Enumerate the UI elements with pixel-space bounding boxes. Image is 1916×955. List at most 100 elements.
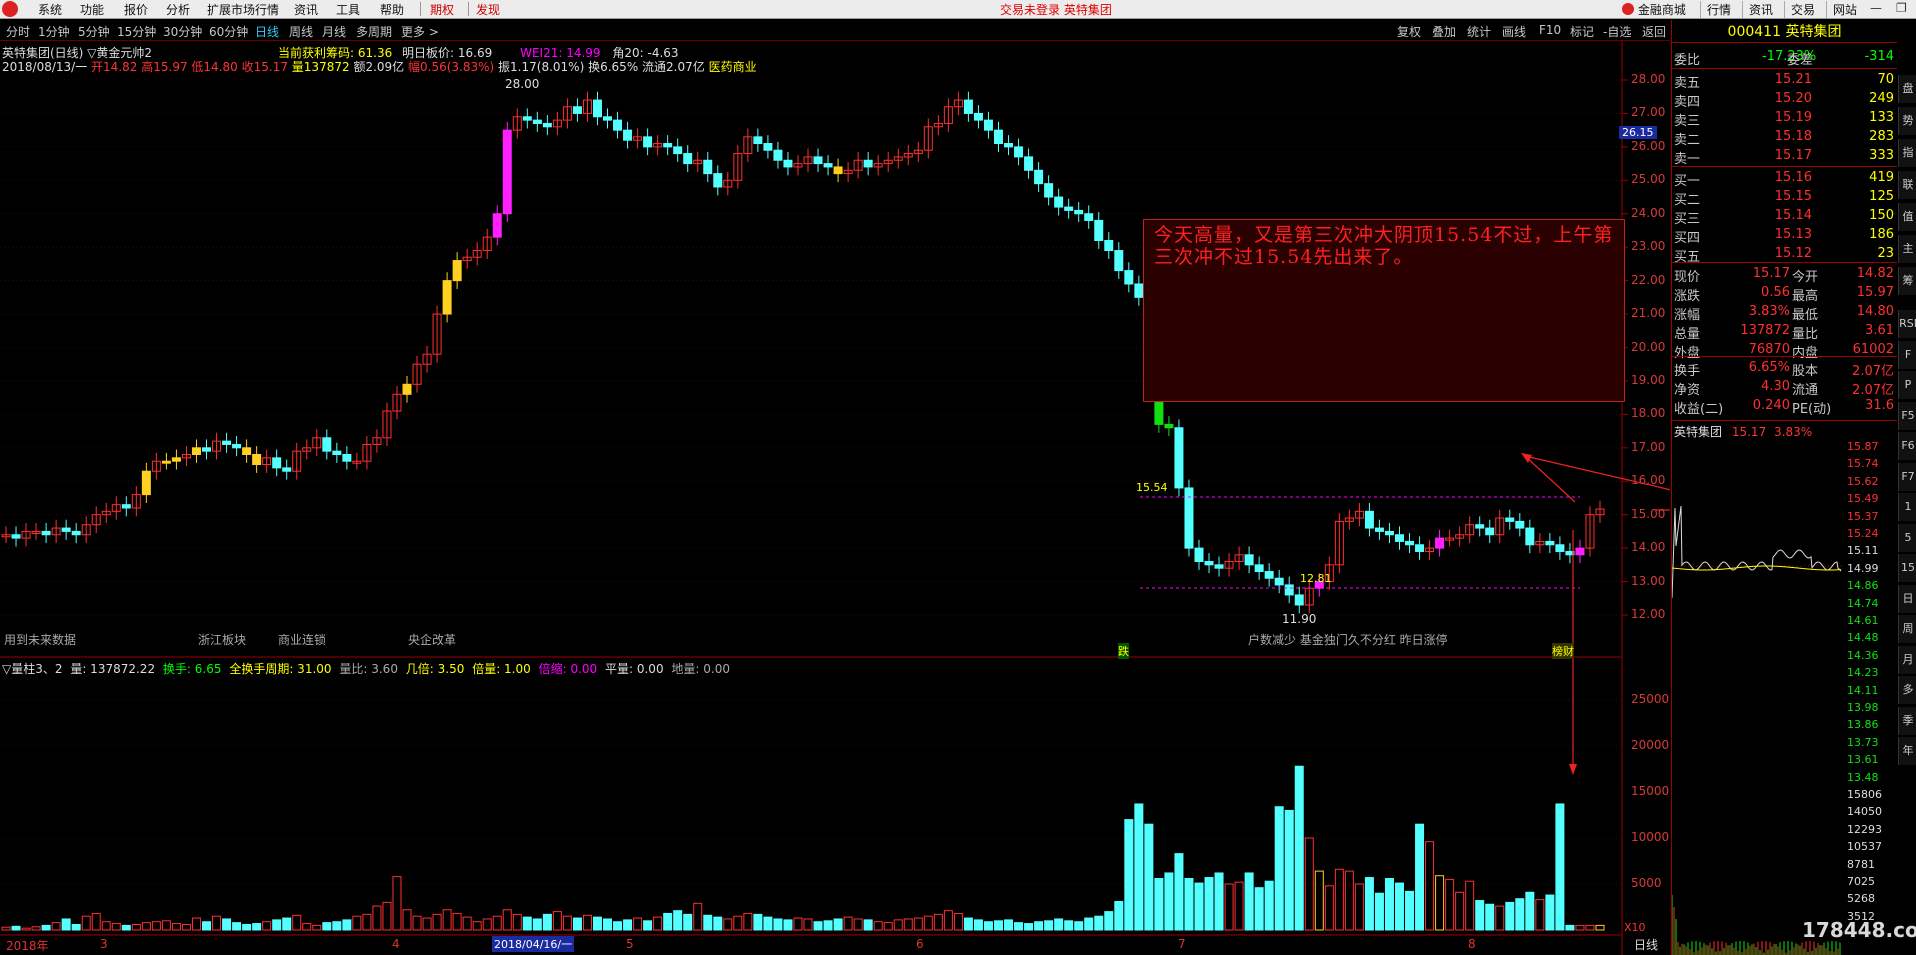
mini-tick: 7025 bbox=[1847, 875, 1875, 888]
menu-item-quote[interactable]: 报价 bbox=[124, 1, 148, 18]
watchlist-button[interactable]: -自选 bbox=[1603, 23, 1631, 40]
volume-bar bbox=[1174, 853, 1184, 931]
overlay-button[interactable]: 叠加 bbox=[1432, 23, 1456, 40]
side-tab[interactable]: 1 bbox=[1898, 493, 1916, 521]
volume-bar bbox=[412, 915, 422, 931]
volume-bar bbox=[1284, 809, 1294, 931]
stat-value: 0.56 bbox=[1761, 285, 1790, 300]
menu-item-options[interactable]: 期权 bbox=[430, 1, 454, 18]
side-tab[interactable]: F7 bbox=[1898, 462, 1916, 491]
side-tab[interactable]: 多 bbox=[1898, 676, 1916, 704]
bid-row[interactable]: 买二 15.15 125 bbox=[1672, 189, 1897, 208]
side-tab[interactable]: 势 bbox=[1898, 107, 1916, 135]
side-tab[interactable]: 月 bbox=[1898, 645, 1916, 674]
draw-line-button[interactable]: 画线 bbox=[1502, 23, 1526, 40]
volume-bar bbox=[713, 916, 723, 931]
candle-body bbox=[242, 447, 252, 455]
back-button[interactable]: 返回 bbox=[1642, 23, 1666, 40]
stat-label: PE(动) bbox=[1792, 402, 1832, 417]
side-tab[interactable]: 盘 bbox=[1898, 75, 1916, 103]
side-tab[interactable]: 主 bbox=[1898, 235, 1916, 263]
row-price: 15.14 bbox=[1774, 208, 1812, 223]
side-tab[interactable]: F bbox=[1898, 340, 1916, 369]
annotation-note[interactable]: 今天高量，又是第三次冲大阴顶15.54不过，上午第三次冲不过15.54先出来了。 bbox=[1143, 219, 1625, 402]
website-button[interactable]: 网站 bbox=[1826, 1, 1857, 18]
ask-row[interactable]: 卖二 15.18 283 bbox=[1672, 129, 1897, 148]
tab-daily-bottom[interactable]: 日线 bbox=[1634, 936, 1658, 953]
side-tab[interactable]: 季 bbox=[1898, 706, 1916, 735]
volume-tick: 15000 bbox=[1631, 784, 1670, 798]
quote-button[interactable]: 行情 bbox=[1700, 1, 1731, 18]
ask-row[interactable]: 卖四 15.20 249 bbox=[1672, 91, 1897, 110]
candle-body bbox=[402, 383, 412, 395]
side-tab[interactable]: 5 bbox=[1898, 523, 1916, 552]
side-tab[interactable]: P bbox=[1898, 371, 1916, 399]
fuquan-button[interactable]: 复权 bbox=[1397, 23, 1421, 40]
side-tab[interactable]: 年 bbox=[1898, 737, 1916, 765]
mini-price: 15.17 bbox=[1731, 425, 1767, 439]
mark-button[interactable]: 标记 bbox=[1570, 23, 1594, 40]
tab-more[interactable]: 更多 > bbox=[401, 23, 439, 40]
volume-tick: 5000 bbox=[1631, 876, 1662, 890]
menu-item-ext-market[interactable]: 扩展市场行情 bbox=[207, 1, 279, 18]
intraday-mini-chart[interactable] bbox=[1672, 438, 1852, 955]
f10-button[interactable]: F10 bbox=[1539, 23, 1561, 37]
volume-bar bbox=[1344, 870, 1354, 931]
tab-15min[interactable]: 15分钟 bbox=[117, 23, 156, 40]
ask-row[interactable]: 卖三 15.19 133 bbox=[1672, 110, 1897, 129]
candle-body bbox=[1545, 540, 1555, 546]
minimize-icon[interactable]: — bbox=[1870, 1, 1882, 15]
side-tab[interactable]: 联 bbox=[1898, 171, 1916, 199]
price-tick: 18.00 bbox=[1631, 406, 1666, 421]
news-button[interactable]: 资讯 bbox=[1742, 1, 1773, 18]
tab-weekly[interactable]: 周线 bbox=[289, 23, 313, 40]
price-tick: 25.00 bbox=[1631, 172, 1666, 187]
menu-item-discover[interactable]: 发现 bbox=[476, 1, 500, 18]
vol-indicator-name[interactable]: ▽量柱3、2 bbox=[2, 662, 63, 676]
tab-1min[interactable]: 1分钟 bbox=[38, 23, 70, 40]
side-tab[interactable]: 15 bbox=[1898, 554, 1916, 582]
restore-icon[interactable]: ❐ bbox=[1896, 1, 1907, 15]
price-tick: 15.00 bbox=[1631, 506, 1666, 521]
tab-multi-period[interactable]: 多周期 bbox=[356, 23, 392, 40]
tab-monthly[interactable]: 月线 bbox=[322, 23, 346, 40]
side-tab[interactable]: 指 bbox=[1898, 139, 1916, 167]
volume-bar bbox=[1064, 920, 1074, 931]
menu-item-tools[interactable]: 工具 bbox=[336, 1, 360, 18]
bid-row[interactable]: 买一 15.16 419 bbox=[1672, 170, 1897, 189]
menu-item-help[interactable]: 帮助 bbox=[380, 1, 404, 18]
volume-bar bbox=[1585, 924, 1595, 931]
tab-5min[interactable]: 5分钟 bbox=[78, 23, 110, 40]
volume-bar bbox=[171, 923, 181, 931]
side-tab[interactable]: RSI bbox=[1898, 310, 1916, 338]
side-tab[interactable]: 筹 bbox=[1898, 267, 1916, 295]
tab-30min[interactable]: 30分钟 bbox=[163, 23, 202, 40]
menu-item-news[interactable]: 资讯 bbox=[294, 1, 318, 18]
mini-tick: 14.74 bbox=[1847, 596, 1879, 610]
side-tab[interactable]: F6 bbox=[1898, 432, 1916, 460]
menu-item-analysis[interactable]: 分析 bbox=[166, 1, 190, 18]
side-tab[interactable]: 日 bbox=[1898, 584, 1916, 613]
candle-body bbox=[1394, 534, 1404, 542]
side-tab[interactable]: 值 bbox=[1898, 203, 1916, 231]
volume-bar bbox=[11, 925, 21, 931]
kline-chart-area[interactable] bbox=[0, 40, 1670, 955]
ask-row[interactable]: 卖一 15.17 333 bbox=[1672, 148, 1897, 167]
trade-button[interactable]: 交易 bbox=[1784, 1, 1815, 18]
ask-row[interactable]: 卖五 15.21 70 bbox=[1672, 72, 1897, 91]
side-tab[interactable]: 周 bbox=[1898, 615, 1916, 643]
candle-body bbox=[1064, 206, 1074, 211]
side-tab[interactable]: F5 bbox=[1898, 401, 1916, 430]
bid-row[interactable]: 买三 15.14 150 bbox=[1672, 208, 1897, 227]
tab-fenshi[interactable]: 分时 bbox=[6, 23, 30, 40]
menu-item-system[interactable]: 系统 bbox=[38, 1, 62, 18]
stats-button[interactable]: 统计 bbox=[1467, 23, 1491, 40]
mall-icon[interactable]: 金融商城 bbox=[1622, 1, 1686, 18]
tab-60min[interactable]: 60分钟 bbox=[209, 23, 248, 40]
menu-item-function[interactable]: 功能 bbox=[80, 1, 104, 18]
tab-daily[interactable]: 日线 bbox=[255, 23, 279, 40]
volume-bar bbox=[1565, 924, 1575, 931]
candle-body bbox=[141, 470, 151, 496]
bid-row[interactable]: 买四 15.13 186 bbox=[1672, 227, 1897, 246]
bid-row[interactable]: 买五 15.12 23 bbox=[1672, 246, 1897, 265]
